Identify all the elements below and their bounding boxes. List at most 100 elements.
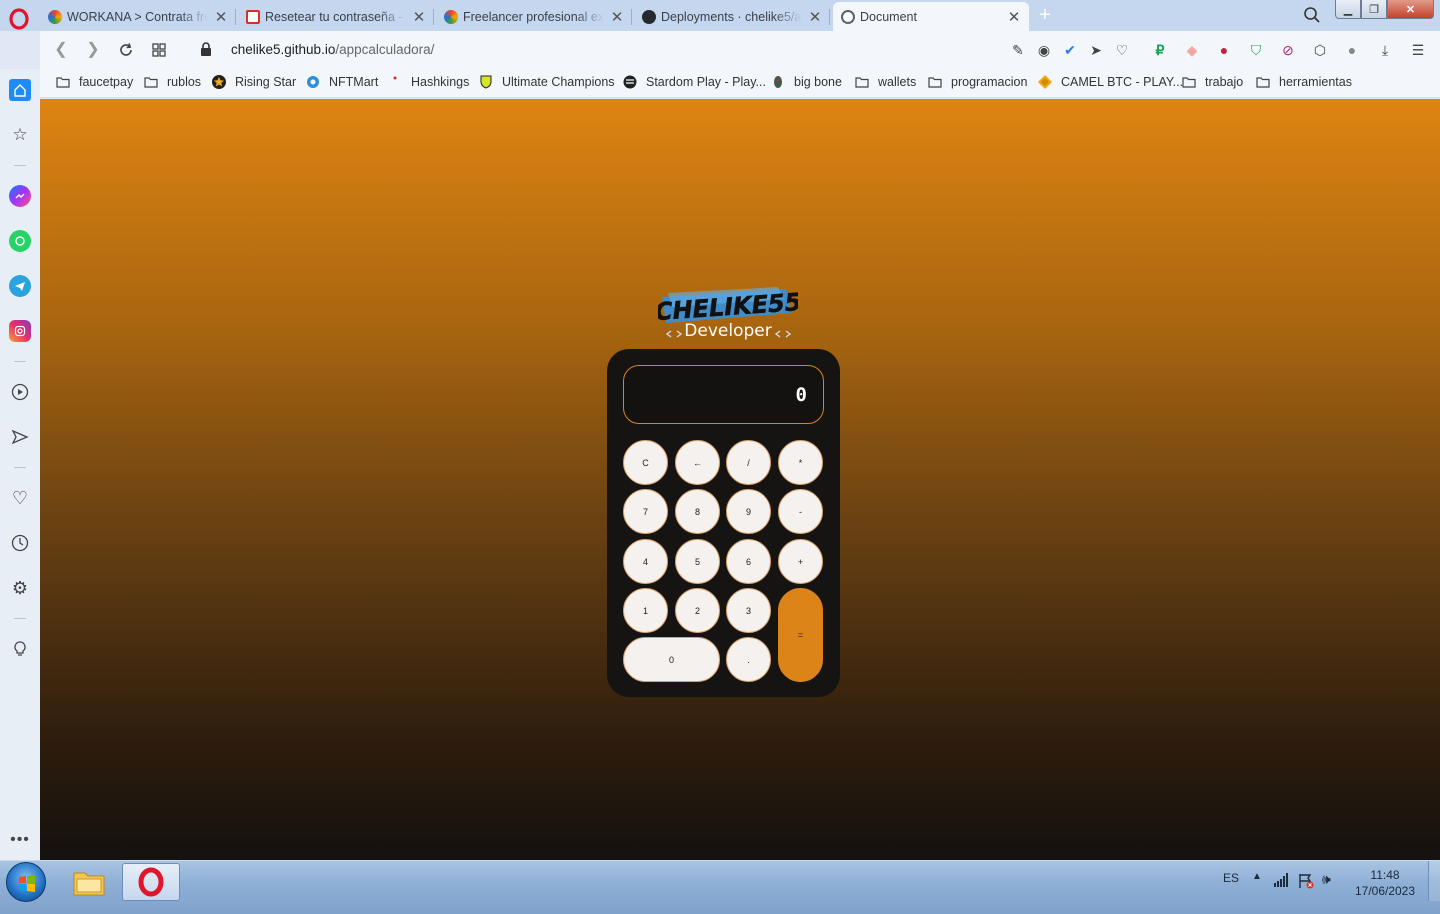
tab-search-icon[interactable] (1303, 6, 1321, 24)
close-window-button[interactable]: ✕ (1387, 0, 1434, 19)
system-clock[interactable]: 11:48 17/06/2023 (1346, 867, 1424, 899)
avatar-icon[interactable]: ● (1343, 41, 1361, 59)
volume-icon[interactable]: 🕪 (1322, 871, 1331, 888)
heart-icon[interactable]: ♡ (1113, 41, 1131, 59)
maximize-button[interactable]: ❐ (1361, 0, 1387, 19)
bookmark-stardom-play[interactable]: Stardom Play - Play... (623, 75, 766, 89)
speed-dial-star-icon[interactable]: ☆ (9, 124, 31, 146)
bookmark-faucetpay[interactable]: faucetpay (56, 75, 133, 89)
minimize-button[interactable]: ▁ (1335, 0, 1361, 19)
block-icon[interactable]: ⊘ (1279, 41, 1297, 59)
key-3[interactable]: 3 (726, 588, 771, 633)
bookmark-camel-btc[interactable]: CAMEL BTC - PLAY... (1038, 75, 1183, 89)
bookmarks-heart-icon[interactable]: ♡ (9, 487, 31, 509)
key-0[interactable]: 0 (623, 637, 720, 682)
lock-icon[interactable] (200, 42, 212, 56)
key-5[interactable]: 5 (675, 539, 720, 584)
history-clock-icon[interactable] (9, 532, 31, 554)
network-signal-icon[interactable] (1274, 873, 1290, 887)
start-button[interactable] (6, 862, 46, 902)
opera-menu-icon[interactable] (8, 8, 30, 30)
more-options-icon[interactable]: ••• (9, 829, 31, 851)
bookmark-rublos[interactable]: rublos (144, 75, 201, 89)
key-2[interactable]: 2 (675, 588, 720, 633)
tab-document[interactable]: Document ✕ (833, 2, 1029, 31)
messenger-icon[interactable] (9, 185, 31, 207)
easy-setup-icon[interactable]: ☰ (1409, 41, 1427, 59)
key-4[interactable]: 4 (623, 539, 668, 584)
red-extension-icon[interactable]: ● (1215, 41, 1233, 59)
key-9[interactable]: 9 (726, 489, 771, 534)
bookmark-rising-star[interactable]: Rising Star (212, 75, 296, 89)
key-decimal[interactable]: . (726, 637, 771, 682)
github-favicon-icon (642, 9, 656, 24)
logo-subtitle: Developer (684, 321, 771, 341)
tab-gmail[interactable]: Resetear tu contraseña - je ✕ (238, 2, 434, 31)
send-icon[interactable]: ➤ (1087, 41, 1105, 59)
tips-lightbulb-icon[interactable] (9, 638, 31, 660)
tab-close-icon[interactable]: ✕ (1007, 8, 1021, 26)
bookmark-nftmart[interactable]: NFTMart (306, 75, 378, 89)
explorer-taskbar-button[interactable] (60, 863, 118, 901)
snap-edit-icon[interactable]: ✎ (1009, 41, 1027, 59)
home-icon[interactable] (9, 79, 31, 101)
key-multiply[interactable]: * (778, 440, 823, 485)
url-field[interactable]: chelike5.github.io/appcalculadora/ (231, 42, 434, 57)
key-8[interactable]: 8 (675, 489, 720, 534)
show-desktop-button[interactable] (1428, 861, 1440, 901)
stardom-icon (623, 75, 637, 89)
tab-close-icon[interactable]: ✕ (412, 8, 426, 26)
key-clear[interactable]: C (623, 440, 668, 485)
tab-freelancer[interactable]: Freelancer profesional expe ✕ (436, 2, 632, 31)
adblock-shield-icon[interactable]: ⛉ (1247, 41, 1265, 59)
tab-close-icon[interactable]: ✕ (610, 8, 624, 26)
key-subtract[interactable]: - (778, 489, 823, 534)
bookmark-trabajo[interactable]: trabajo (1182, 75, 1243, 89)
bookmark-hashkings[interactable]: Hashkings (388, 75, 469, 89)
new-tab-button[interactable]: + (1036, 5, 1054, 25)
tab-workana[interactable]: WORKANA > Contrata free ✕ (40, 2, 236, 31)
key-add[interactable]: + (778, 539, 823, 584)
camera-icon[interactable]: ◉ (1035, 41, 1053, 59)
key-divide[interactable]: / (726, 440, 771, 485)
folder-icon (56, 77, 70, 88)
sidebar-divider (14, 618, 26, 619)
tab-close-icon[interactable]: ✕ (214, 8, 228, 26)
telegram-icon[interactable] (9, 275, 31, 297)
instagram-icon[interactable] (9, 320, 31, 342)
back-button[interactable]: ❮ (52, 41, 70, 59)
peso-extension-icon[interactable]: ₽ (1151, 41, 1169, 59)
cube-extension-icon[interactable]: ◆ (1183, 41, 1201, 59)
download-icon[interactable]: ⤓ (1376, 41, 1394, 59)
sidebar-divider (14, 361, 26, 362)
verified-shield-icon[interactable]: ✔ (1061, 41, 1079, 59)
action-center-flag-icon[interactable] (1298, 873, 1314, 889)
bigbone-icon (774, 76, 782, 88)
bookmark-big-bone[interactable]: big bone (771, 75, 842, 89)
key-backspace[interactable]: ← (675, 440, 720, 485)
tab-close-icon[interactable]: ✕ (808, 8, 822, 26)
key-equals[interactable]: = (778, 588, 823, 682)
tab-deployments[interactable]: Deployments · chelike5/app ✕ (634, 2, 830, 31)
forward-button[interactable]: ❯ (84, 41, 102, 59)
player-icon[interactable] (9, 381, 31, 403)
box-icon[interactable]: ⬡ (1311, 41, 1329, 59)
key-7[interactable]: 7 (623, 489, 668, 534)
bookmark-ultimate-champions[interactable]: Ultimate Champions (479, 75, 615, 89)
language-indicator[interactable]: ES (1223, 871, 1239, 885)
tab-grid-icon[interactable] (150, 41, 168, 59)
key-1[interactable]: 1 (623, 588, 668, 633)
bookmark-herramientas[interactable]: herramientas (1256, 75, 1352, 89)
reload-icon[interactable] (117, 41, 135, 59)
key-6[interactable]: 6 (726, 539, 771, 584)
show-hidden-icons-icon[interactable]: ▲ (1252, 871, 1262, 882)
page-content: CHELIKE55 Developer 0 C ← / * 7 8 9 - 4 … (40, 99, 1440, 860)
whatsapp-icon[interactable] (9, 230, 31, 252)
workana-favicon-icon (48, 9, 62, 24)
my-flow-send-icon[interactable] (9, 426, 31, 448)
bookmark-programacion[interactable]: programacion (928, 75, 1027, 89)
settings-gear-icon[interactable]: ⚙ (9, 577, 31, 599)
folder-explorer-icon (73, 872, 105, 896)
bookmark-wallets[interactable]: wallets (855, 75, 916, 89)
opera-taskbar-button[interactable] (122, 863, 180, 901)
